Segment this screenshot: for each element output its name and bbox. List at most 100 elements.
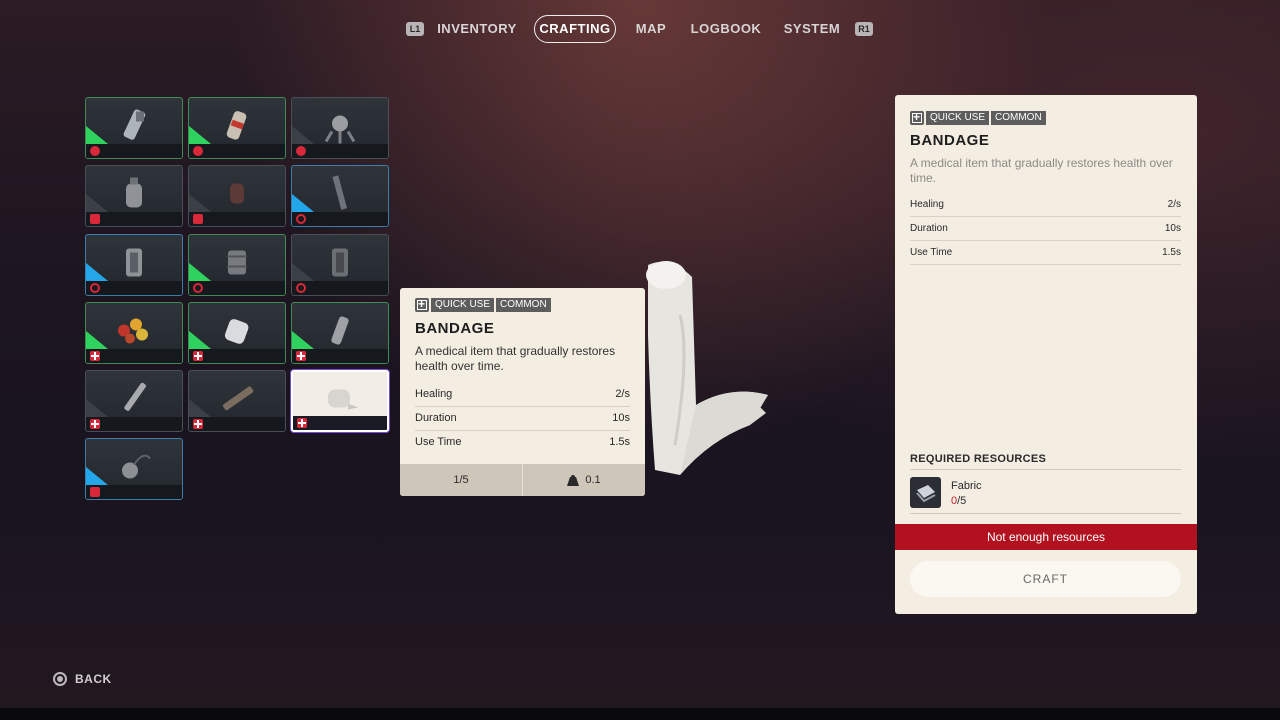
- tag-quick-use: QUICK USE: [431, 298, 495, 312]
- stat-label: Duration: [910, 223, 948, 234]
- item-detail-panel: QUICK USE COMMON BANDAGE A medical item …: [895, 95, 1197, 614]
- rarity-corner: [189, 126, 211, 144]
- stat-row: Healing 2/s: [415, 382, 630, 407]
- rarity-corner: [292, 194, 314, 212]
- top-nav: L1 INVENTORY CRAFTING MAP LOGBOOK SYSTEM…: [0, 15, 1280, 43]
- grid-slot[interactable]: [188, 370, 286, 432]
- resource-name: Fabric: [951, 480, 982, 492]
- grid-slot[interactable]: [85, 234, 183, 296]
- grid-slot[interactable]: [85, 165, 183, 227]
- slot-footer: [86, 417, 182, 431]
- panel-description: A medical item that gradually restores h…: [910, 156, 1173, 185]
- stat-value: 1.5s: [609, 436, 630, 448]
- stat-value: 10s: [1164, 223, 1181, 234]
- rarity-corner: [189, 399, 211, 417]
- tooltip-description: A medical item that gradually restores h…: [415, 344, 616, 373]
- medkit-icon: [415, 297, 429, 312]
- stat-row: Duration 10s: [415, 406, 630, 431]
- stack-count: 1/5: [453, 474, 469, 486]
- stat-label: Use Time: [910, 247, 953, 258]
- required-resources-header: REQUIRED RESOURCES: [910, 453, 1181, 470]
- slot-footer: [189, 349, 285, 363]
- stat-row: Duration 10s: [910, 217, 1181, 241]
- grid-slot[interactable]: [291, 165, 389, 227]
- tab-system[interactable]: SYSTEM: [778, 15, 846, 43]
- tag-rarity: COMMON: [991, 111, 1046, 125]
- weight-info: 0.1: [522, 464, 645, 496]
- grid-slot[interactable]: [188, 234, 286, 296]
- slot-footer: [189, 212, 285, 226]
- tab-crafting[interactable]: CRAFTING: [534, 15, 616, 43]
- rarity-corner: [189, 194, 211, 212]
- tooltip-tags: QUICK USE COMMON: [415, 297, 551, 313]
- r1-key-icon: R1: [855, 22, 873, 36]
- slot-footer: [292, 212, 388, 226]
- rarity-corner: [292, 263, 314, 281]
- stat-value: 2/s: [1167, 199, 1181, 210]
- rarity-corner: [86, 263, 108, 281]
- grid-slot[interactable]: [188, 165, 286, 227]
- weight-icon: [567, 474, 580, 486]
- medical-cross-icon: [90, 351, 100, 361]
- slot-footer: [292, 144, 388, 158]
- grid-slot[interactable]: [291, 97, 389, 159]
- slot-footer: [293, 416, 387, 430]
- slot-footer: [189, 144, 285, 158]
- target-icon: [90, 283, 100, 293]
- rarity-corner: [189, 263, 211, 281]
- medical-cross-icon: [90, 419, 100, 429]
- medical-cross-icon: [297, 418, 307, 428]
- stat-label: Healing: [910, 199, 944, 210]
- category-icon: [90, 487, 100, 497]
- grid-slot[interactable]: [85, 302, 183, 364]
- target-icon: [193, 283, 203, 293]
- rarity-corner: [86, 126, 108, 144]
- grid-slot[interactable]: [85, 97, 183, 159]
- l1-key-icon: L1: [406, 22, 424, 36]
- rarity-corner: [86, 467, 108, 485]
- tooltip-title: BANDAGE: [415, 320, 495, 337]
- tag-quick-use: QUICK USE: [926, 111, 990, 125]
- slot-footer: [189, 281, 285, 295]
- slot-footer: [292, 281, 388, 295]
- category-icon: [90, 214, 100, 224]
- slot-footer: [86, 349, 182, 363]
- circle-button-icon: [53, 672, 67, 686]
- grid-slot[interactable]: [188, 302, 286, 364]
- slot-footer: [86, 485, 182, 499]
- stat-row: Healing 2/s: [910, 193, 1181, 217]
- stat-row: Use Time 1.5s: [910, 241, 1181, 265]
- tab-logbook[interactable]: LOGBOOK: [686, 15, 766, 43]
- grid-slot[interactable]: [291, 370, 389, 432]
- grid-slot[interactable]: [85, 370, 183, 432]
- category-icon: [90, 146, 100, 156]
- tag-rarity: COMMON: [496, 298, 551, 312]
- stat-row: Use Time 1.5s: [415, 430, 630, 454]
- tab-map[interactable]: MAP: [628, 15, 674, 43]
- category-icon: [193, 146, 203, 156]
- divider: [910, 513, 1181, 514]
- craft-button[interactable]: CRAFT: [910, 561, 1181, 597]
- resource-need: /5: [957, 495, 967, 507]
- slot-footer: [86, 281, 182, 295]
- grid-slot[interactable]: [85, 438, 183, 500]
- stat-label: Healing: [415, 388, 453, 400]
- category-icon: [193, 214, 203, 224]
- bottom-bar: [0, 708, 1280, 720]
- grid-slot[interactable]: [291, 302, 389, 364]
- back-label: BACK: [75, 672, 112, 686]
- tab-inventory[interactable]: INVENTORY: [432, 15, 522, 43]
- grid-slot[interactable]: [188, 97, 286, 159]
- tooltip-footer: 1/5 0.1: [400, 464, 645, 496]
- panel-tags: QUICK USE COMMON: [910, 110, 1046, 126]
- slot-footer: [86, 212, 182, 226]
- medical-cross-icon: [296, 351, 306, 361]
- item-tooltip: QUICK USE COMMON BANDAGE A medical item …: [400, 288, 645, 496]
- rarity-corner: [86, 331, 108, 349]
- grid-slot[interactable]: [291, 234, 389, 296]
- rarity-corner: [189, 331, 211, 349]
- medical-cross-icon: [193, 351, 203, 361]
- back-prompt[interactable]: BACK: [53, 671, 112, 687]
- medkit-icon: [910, 110, 924, 125]
- stat-value: 1.5s: [1162, 247, 1181, 258]
